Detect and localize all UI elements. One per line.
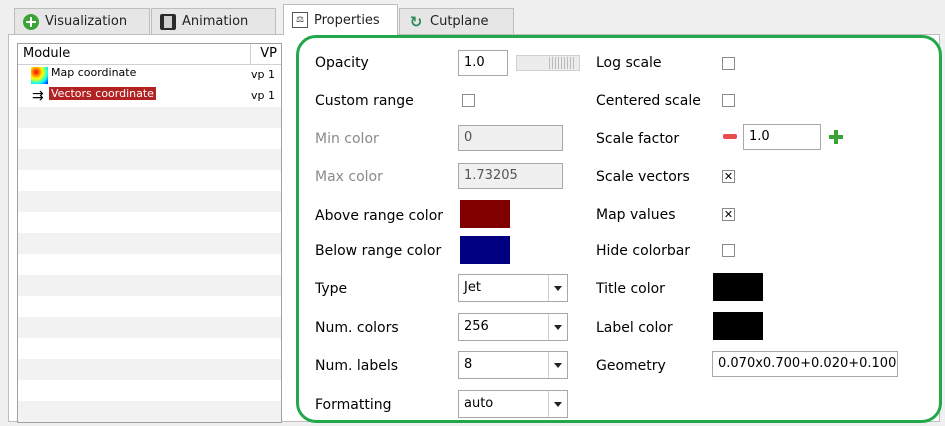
centered-scale-label: Centered scale: [596, 93, 701, 109]
empty-row: [18, 107, 281, 128]
empty-row: [18, 149, 281, 170]
chevron-down-icon[interactable]: [548, 314, 567, 340]
tab-label: Cutplane: [430, 14, 489, 29]
chevron-down-icon[interactable]: [548, 275, 567, 301]
min-color-field[interactable]: 0: [458, 125, 563, 151]
properties-icon: ⚖: [292, 12, 308, 28]
cutplane-icon: ↻: [409, 12, 423, 31]
num-colors-label: Num. colors: [315, 320, 399, 336]
empty-row: [18, 233, 281, 254]
tab-label: Visualization: [45, 14, 128, 29]
formatting-label: Formatting: [315, 397, 392, 413]
hide-colorbar-checkbox[interactable]: [722, 244, 735, 257]
empty-row: [18, 380, 281, 401]
empty-row: [18, 401, 281, 422]
custom-range-label: Custom range: [315, 93, 414, 109]
map-values-checkbox[interactable]: ✕: [722, 208, 735, 221]
hide-colorbar-label: Hide colorbar: [596, 243, 691, 259]
empty-row: [18, 296, 281, 317]
module-list[interactable]: Module VP Map coordinate vp 1 ⇉ Vectors …: [17, 43, 282, 423]
vectors-icon: ⇉: [32, 88, 44, 104]
scale-vectors-checkbox[interactable]: ✕: [722, 170, 735, 183]
max-color-field[interactable]: 1.73205: [458, 163, 563, 189]
tab-properties[interactable]: ⚖ Properties: [283, 4, 398, 35]
list-item[interactable]: ⇉ Vectors coordinate vp 1: [18, 86, 281, 107]
tab-animation[interactable]: Animation: [151, 8, 276, 34]
empty-row: [18, 170, 281, 191]
tab-bar: Visualization Animation ⚖ Properties ↻ C…: [0, 0, 945, 35]
type-select[interactable]: Jet: [458, 274, 568, 302]
opacity-slider[interactable]: [516, 55, 580, 71]
minus-icon[interactable]: [723, 134, 737, 139]
log-scale-checkbox[interactable]: [722, 57, 735, 70]
label-color-label: Label color: [596, 320, 673, 336]
module-vp: vp 1: [251, 89, 275, 102]
map-values-label: Map values: [596, 207, 676, 223]
title-color-label: Title color: [596, 281, 665, 297]
tab-cutplane[interactable]: ↻ Cutplane: [399, 8, 514, 34]
module-vp: vp 1: [251, 68, 275, 81]
min-color-label: Min color: [315, 131, 379, 147]
above-range-color-swatch[interactable]: [460, 200, 510, 228]
empty-row: [18, 254, 281, 275]
max-color-label: Max color: [315, 169, 383, 185]
module-label: Vectors coordinate: [49, 87, 156, 100]
empty-row: [18, 338, 281, 359]
num-colors-select[interactable]: 256: [458, 313, 568, 341]
plus-icon[interactable]: [829, 130, 843, 144]
centered-scale-checkbox[interactable]: [722, 94, 735, 107]
slider-handle[interactable]: [549, 57, 575, 69]
title-color-swatch[interactable]: [713, 273, 763, 301]
scale-vectors-label: Scale vectors: [596, 169, 690, 185]
label-color-swatch[interactable]: [713, 312, 763, 340]
list-item[interactable]: Map coordinate vp 1: [18, 65, 281, 86]
colormap-icon: [31, 67, 48, 84]
empty-row: [18, 212, 281, 233]
formatting-select[interactable]: auto: [458, 390, 568, 418]
plus-circle-icon: [23, 13, 39, 30]
column-divider: [250, 44, 251, 64]
below-range-color-label: Below range color: [315, 243, 442, 259]
below-range-color-swatch[interactable]: [460, 236, 510, 264]
log-scale-label: Log scale: [596, 55, 662, 71]
num-labels-select[interactable]: 8: [458, 351, 568, 379]
type-select-value: Jet: [464, 280, 481, 295]
empty-row: [18, 359, 281, 380]
tab-visualization[interactable]: Visualization: [14, 8, 150, 34]
above-range-color-label: Above range color: [315, 208, 444, 224]
tab-label: Animation: [182, 14, 249, 29]
module-label: Map coordinate: [51, 66, 137, 79]
column-header-module[interactable]: Module: [23, 46, 70, 61]
column-header-vp[interactable]: VP: [260, 46, 277, 61]
num-labels-value: 8: [464, 357, 473, 372]
module-list-header: Module VP: [18, 44, 281, 65]
formatting-value: auto: [464, 396, 494, 411]
scale-factor-field[interactable]: 1.0: [743, 124, 821, 150]
num-labels-label: Num. labels: [315, 358, 399, 374]
opacity-field[interactable]: 1.0: [458, 50, 508, 76]
type-label: Type: [315, 281, 348, 297]
empty-row: [18, 317, 281, 338]
empty-row: [18, 275, 281, 296]
num-colors-value: 256: [464, 319, 489, 334]
opacity-label: Opacity: [315, 55, 369, 71]
custom-range-checkbox[interactable]: [462, 94, 475, 107]
geometry-field[interactable]: 0.070x0.700+0.020+0.100: [712, 351, 898, 377]
chevron-down-icon[interactable]: [548, 391, 567, 417]
empty-row: [18, 128, 281, 149]
scale-factor-label: Scale factor: [596, 131, 680, 147]
film-icon: [160, 13, 176, 30]
tab-label: Properties: [314, 12, 380, 28]
empty-row: [18, 191, 281, 212]
chevron-down-icon[interactable]: [548, 352, 567, 378]
geometry-label: Geometry: [596, 358, 666, 374]
properties-panel: Opacity 1.0 Custom range Min color 0 Max…: [296, 35, 942, 423]
